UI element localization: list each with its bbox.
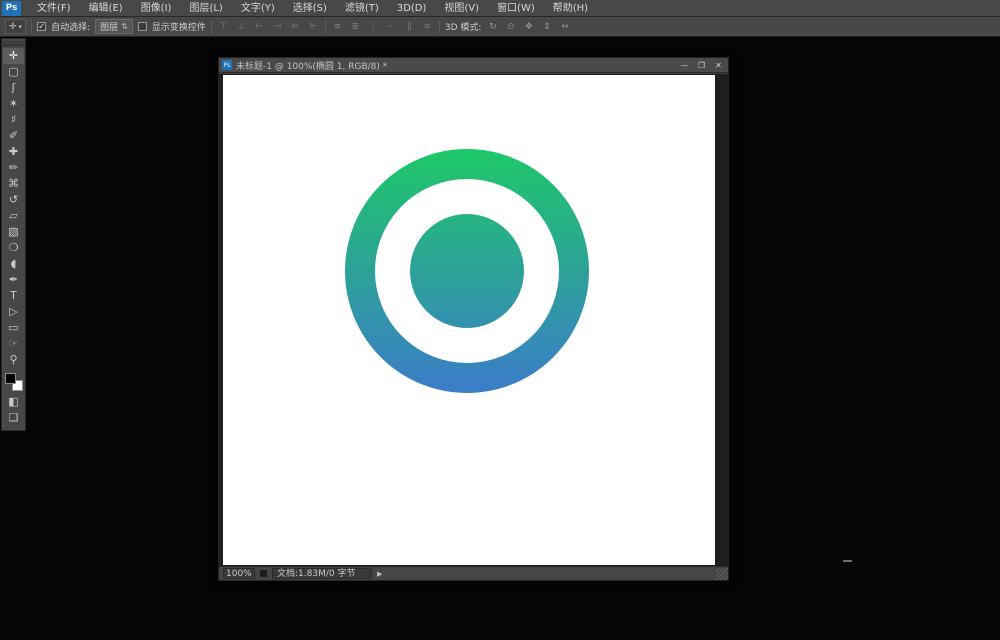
photoshop-app: Ps 文件(F) 编辑(E) 图像(I) 图层(L) 文字(Y) 选择(S) 滤…	[0, 0, 1000, 640]
panel-grip[interactable]	[2, 41, 25, 46]
menu-file[interactable]: 文件(F)	[28, 0, 80, 17]
cursor-artifact	[843, 560, 852, 562]
auto-select-label: 自动选择:	[51, 20, 90, 33]
status-dot-icon	[260, 570, 267, 577]
distribute-bottom-icon[interactable]: ⋮	[367, 22, 380, 32]
eraser-tool[interactable]: ▱	[3, 208, 24, 224]
menu-bar: Ps 文件(F) 编辑(E) 图像(I) 图层(L) 文字(Y) 选择(S) 滤…	[0, 0, 1000, 17]
screen-mode-button[interactable]: ❏	[3, 410, 24, 426]
align-left-icon[interactable]: ⊢	[253, 22, 266, 32]
3d-roll-icon[interactable]: ⊙	[504, 22, 517, 32]
chevron-down-icon: ▾	[19, 23, 23, 31]
clone-stamp-tool[interactable]: ⌘	[3, 176, 24, 192]
quick-mask-button[interactable]: ◧	[3, 394, 24, 410]
3d-scale-icon[interactable]: ⇔	[558, 22, 571, 32]
auto-select-target-value: 图层	[100, 20, 118, 33]
zoom-level-field[interactable]: 100%	[223, 568, 255, 579]
3d-mode-label: 3D 模式:	[445, 20, 482, 33]
type-tool[interactable]: T	[3, 288, 24, 304]
menu-window[interactable]: 窗口(W)	[488, 0, 544, 17]
menu-view[interactable]: 视图(V)	[435, 0, 488, 17]
separator	[325, 20, 326, 34]
menu-type[interactable]: 文字(Y)	[232, 0, 284, 17]
gradient-tool[interactable]: ▧	[3, 224, 24, 240]
align-top-icon[interactable]: ⊤	[217, 22, 230, 32]
distribute-middle-icon[interactable]: ≣	[349, 22, 362, 32]
canvas[interactable]	[223, 75, 715, 565]
updown-arrows-icon: ⇅	[121, 22, 128, 31]
window-resize-grip[interactable]	[716, 568, 728, 580]
show-transform-checkbox[interactable]	[138, 22, 147, 31]
menu-image[interactable]: 图像(I)	[132, 0, 181, 17]
shape-tool[interactable]: ▭	[3, 320, 24, 336]
brush-tool[interactable]: ✏	[3, 160, 24, 176]
3d-pan-icon[interactable]: ✥	[522, 22, 535, 32]
document-window: Ps 未标题-1 @ 100%(椭圆 1, RGB/8) * — ❐ ✕	[218, 57, 729, 581]
move-tool-icon: ✛	[9, 22, 17, 32]
distribute-right-icon[interactable]: ≋	[421, 22, 434, 32]
distribute-center-icon[interactable]: ∥	[403, 22, 416, 32]
maximize-button[interactable]: ❐	[695, 61, 708, 70]
menu-help[interactable]: 帮助(H)	[544, 0, 597, 17]
color-swatches	[5, 373, 23, 391]
foreground-color-swatch[interactable]	[5, 373, 16, 384]
tool-preset-picker[interactable]: ✛ ▾	[5, 19, 26, 34]
hand-tool[interactable]: ☞	[3, 336, 24, 352]
close-button[interactable]: ✕	[712, 61, 725, 70]
3d-slide-icon[interactable]: ⇕	[540, 22, 553, 32]
move-tool[interactable]: ✛	[3, 48, 24, 64]
zoom-tool[interactable]: ⚲	[3, 352, 24, 368]
dodge-tool[interactable]: ◖	[3, 256, 24, 272]
menu-edit[interactable]: 编辑(E)	[80, 0, 132, 17]
separator	[439, 20, 440, 34]
menu-select[interactable]: 选择(S)	[284, 0, 336, 17]
auto-select-target-dropdown[interactable]: 图层 ⇅	[95, 19, 133, 34]
eyedropper-tool[interactable]: ✐	[3, 128, 24, 144]
document-icon: Ps	[222, 60, 232, 70]
separator	[211, 20, 212, 34]
magic-wand-tool[interactable]: ✶	[3, 96, 24, 112]
logo-inner-circle	[410, 214, 524, 328]
rectangular-marquee-tool[interactable]: ▢	[3, 64, 24, 80]
document-titlebar[interactable]: Ps 未标题-1 @ 100%(椭圆 1, RGB/8) * — ❐ ✕	[219, 58, 728, 73]
separator	[31, 20, 32, 34]
pen-tool[interactable]: ✒	[3, 272, 24, 288]
auto-select-checkbox[interactable]: ✓	[37, 22, 46, 31]
menu-filter[interactable]: 滤镜(T)	[336, 0, 388, 17]
canvas-area	[219, 74, 728, 566]
minimize-button[interactable]: —	[678, 61, 691, 70]
align-center-v-icon[interactable]: ⊩	[307, 22, 320, 32]
history-brush-tool[interactable]: ↺	[3, 192, 24, 208]
align-bottom-icon[interactable]: ⊥	[235, 22, 248, 32]
blur-tool[interactable]: ❍	[3, 240, 24, 256]
tools-panel: ✛ ▢ ʃ ✶ ♯ ✐ ✚ ✏ ⌘ ↺ ▱ ▧ ❍ ◖ ✒ T ▷ ▭ ☞ ⚲ …	[1, 38, 26, 431]
options-bar: ✛ ▾ ✓ 自动选择: 图层 ⇅ 显示变换控件 ⊤ ⊥ ⊢ ⊣ ⊨ ⊩ ≡ ≣ …	[0, 17, 1000, 37]
show-transform-label: 显示变换控件	[152, 20, 206, 33]
healing-brush-tool[interactable]: ✚	[3, 144, 24, 160]
align-center-h-icon[interactable]: ⊨	[289, 22, 302, 32]
circle-logo-artwork	[223, 75, 715, 565]
path-selection-tool[interactable]: ▷	[3, 304, 24, 320]
document-statusbar: 100% 文档:1.83M/0 字节 ▶	[219, 566, 728, 580]
align-right-icon[interactable]: ⊣	[271, 22, 284, 32]
distribute-top-icon[interactable]: ≡	[331, 22, 344, 32]
menu-layer[interactable]: 图层(L)	[180, 0, 231, 17]
menu-3d[interactable]: 3D(D)	[388, 0, 436, 17]
status-expand-arrow[interactable]: ▶	[377, 570, 382, 578]
crop-tool[interactable]: ♯	[3, 112, 24, 128]
document-title: 未标题-1 @ 100%(椭圆 1, RGB/8) *	[236, 59, 674, 72]
document-size-info: 文档:1.83M/0 字节	[272, 568, 372, 579]
3d-rotate-icon[interactable]: ↻	[486, 22, 499, 32]
lasso-tool[interactable]: ʃ	[3, 80, 24, 96]
distribute-left-icon[interactable]: ⋯	[385, 22, 398, 32]
app-logo-icon[interactable]: Ps	[2, 1, 21, 16]
